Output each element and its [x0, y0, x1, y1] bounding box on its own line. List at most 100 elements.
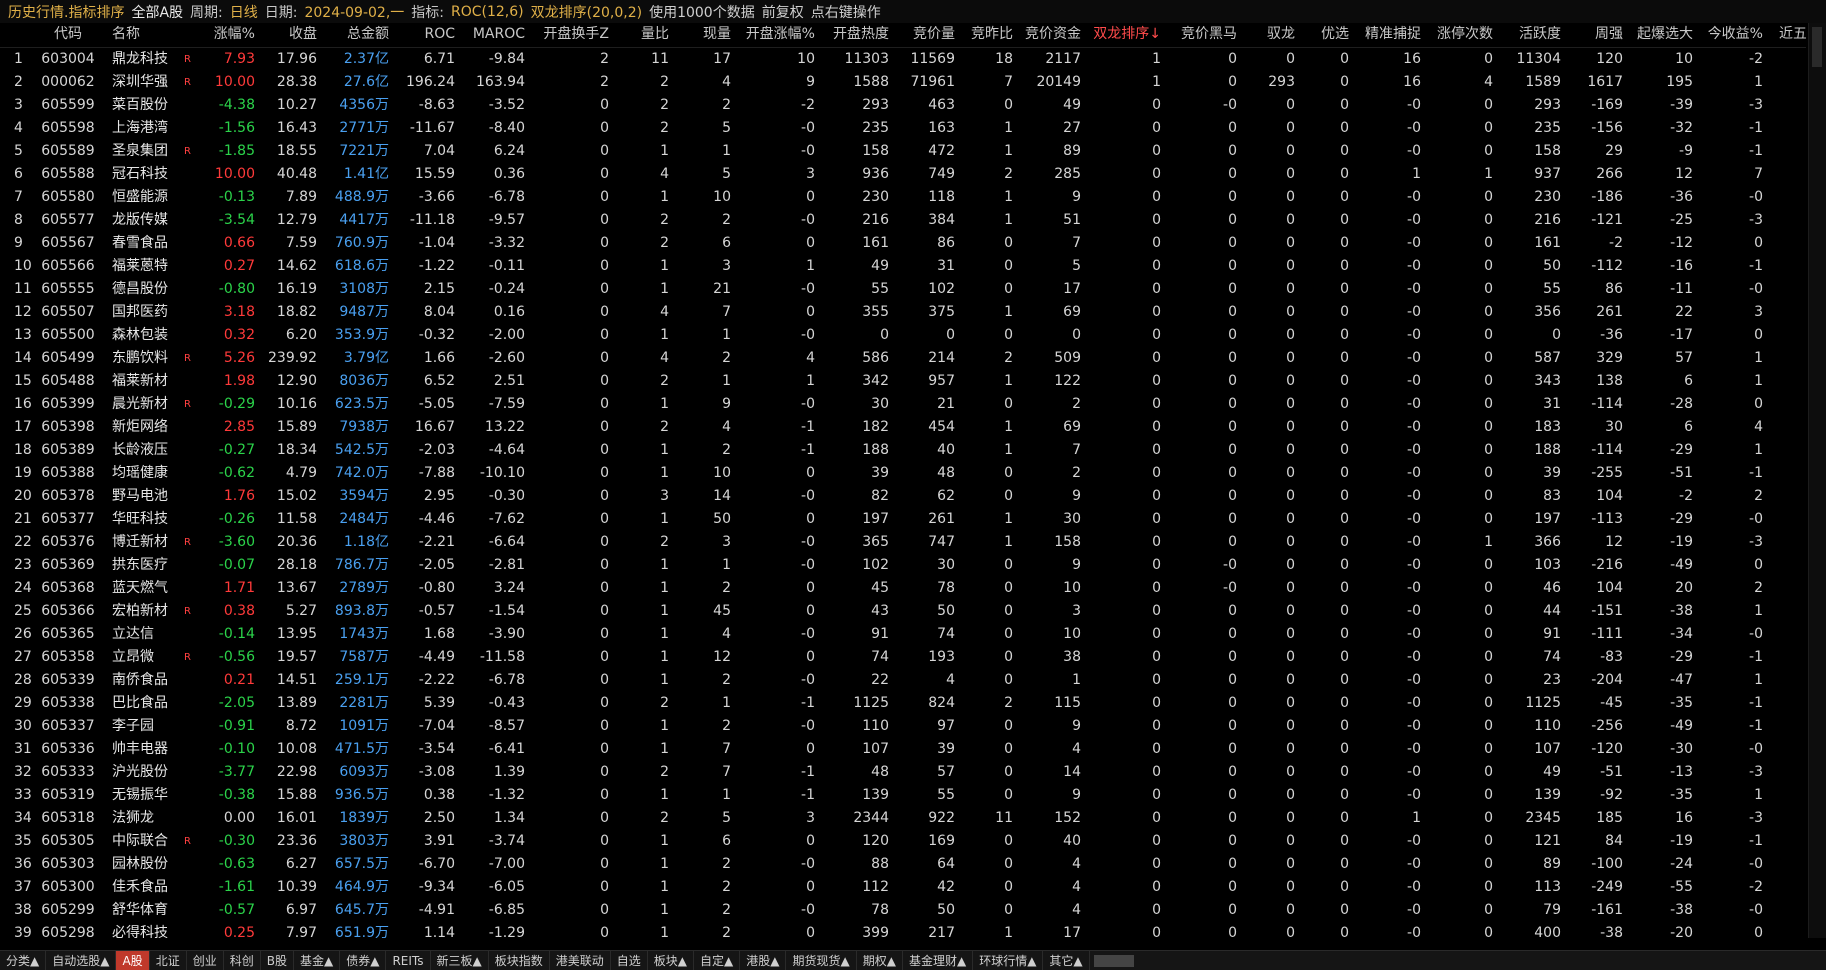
market-tab-3[interactable]: 北证: [150, 951, 187, 970]
sort-value[interactable]: 双龙排序(20,0,2): [531, 2, 642, 22]
column-header-10[interactable]: 量比: [614, 23, 674, 48]
table-row[interactable]: 37 605300 佳禾食品 -1.61 10.39 464.9万 -9.34 -6.05 0 1…: [0, 876, 1806, 899]
date-value[interactable]: 2024-09-02,一: [304, 2, 404, 22]
market-tab-17[interactable]: 期货现货▲: [786, 951, 857, 970]
table-row[interactable]: 38 605299 舒华体育 -0.57 6.97 645.7万 -4.91 -6.85 0 1 2…: [0, 899, 1806, 922]
market-selector[interactable]: 全部A股: [131, 2, 183, 22]
table-row[interactable]: 39 605298 必得科技 0.25 7.97 651.9万 1.14 -1.29 0 1 2 0 3…: [0, 922, 1806, 939]
table-row[interactable]: 36 605303 园林股份 -0.63 6.27 657.5万 -6.70 -7.00 0 1 2…: [0, 853, 1806, 876]
column-header-6[interactable]: 总金额: [322, 23, 394, 48]
column-header-26[interactable]: 今收益%: [1698, 23, 1768, 48]
vertical-scrollbar[interactable]: [1808, 23, 1826, 938]
table-row[interactable]: 20 605378 野马电池 1.76 15.02 3594万 2.95 -0.30 0 3 14-…: [0, 485, 1806, 508]
column-header-8[interactable]: MAROC: [460, 23, 530, 48]
table-row[interactable]: 17 605398 新炬网络 2.85 15.89 7938万 16.67 13.22 0 2 4 -…: [0, 416, 1806, 439]
table-row[interactable]: 12 605507 国邦医药 3.18 18.82 9487万 8.04 0.16 0 4 7 0 35…: [0, 301, 1806, 324]
table-row[interactable]: 26 605365 立达信 -0.14 13.95 1743万 1.68 -3.90 0 1 4 -0…: [0, 623, 1806, 646]
market-tab-13[interactable]: 自选: [611, 951, 648, 970]
market-tab-20[interactable]: 环球行情▲: [973, 951, 1044, 970]
adjust-mode[interactable]: 前复权: [762, 2, 804, 22]
column-header-18[interactable]: 竞价黑马: [1166, 23, 1242, 48]
column-header-22[interactable]: 涨停次数: [1426, 23, 1498, 48]
table-row[interactable]: 24 605368 蓝天燃气 1.71 13.67 2789万 -0.80 3.24 0 1 2 0 4…: [0, 577, 1806, 600]
table-row[interactable]: 2 000062 深圳华强 R 10.00 28.38 27.6亿 196.24 163.94 2…: [0, 71, 1806, 94]
column-header-5[interactable]: 收盘: [260, 23, 322, 48]
column-header-17[interactable]: 双龙排序↓: [1086, 23, 1166, 48]
table-row[interactable]: 8 605577 龙版传媒 -3.54 12.79 4417万 -11.18 -9.57 0 2 2…: [0, 209, 1806, 232]
market-tab-7[interactable]: 基金▲: [294, 951, 341, 970]
column-header-12[interactable]: 开盘涨幅%: [736, 23, 820, 48]
column-header-19[interactable]: 驭龙: [1242, 23, 1300, 48]
table-row[interactable]: 11 605555 德昌股份 -0.80 16.19 3108万 2.15 -0.24 0 1 21…: [0, 278, 1806, 301]
horizontal-scroll-thumb[interactable]: [1093, 954, 1134, 967]
table-row[interactable]: 19 605388 均瑶健康 -0.62 4.79 742.0万 -7.88 -10.10 0 1…: [0, 462, 1806, 485]
market-tab-8[interactable]: 债券▲: [340, 951, 387, 970]
column-header-13[interactable]: 开盘热度: [820, 23, 894, 48]
table-row[interactable]: 27 605358 立昂微 R -0.56 19.57 7587万 -4.49 -11.58 0 1…: [0, 646, 1806, 669]
market-tab-1[interactable]: 自动选股▲: [46, 951, 117, 970]
cell-现量: 6: [722, 832, 731, 849]
column-header-11[interactable]: 现量: [674, 23, 736, 48]
cell-周强: 30: [1605, 418, 1623, 435]
market-tab-4[interactable]: 创业: [187, 951, 224, 970]
period-value[interactable]: 日线: [230, 2, 258, 22]
table-row[interactable]: 13 605500 森林包装 0.32 6.20 353.9万 -0.32 -2.00 0 1 1 -…: [0, 324, 1806, 347]
column-header-2[interactable]: 名称: [104, 23, 184, 48]
table-row[interactable]: 30 605337 李子园 -0.91 8.72 1091万 -7.04 -8.57 0 1 2 -0…: [0, 715, 1806, 738]
table-row[interactable]: 6 605588 冠石科技 10.00 40.48 1.41亿 15.59 0.36 0 4 5 3 9…: [0, 163, 1806, 186]
column-header-15[interactable]: 竞昨比: [960, 23, 1018, 48]
column-header-23[interactable]: 活跃度: [1498, 23, 1566, 48]
table-row[interactable]: 25 605366 宏柏新材 R 0.38 5.27 893.8万 -0.57 -1.54 0 1 4…: [0, 600, 1806, 623]
column-header-1[interactable]: 代码: [32, 23, 104, 48]
market-tab-0[interactable]: 分类▲: [0, 951, 47, 970]
table-row[interactable]: 1 603004 鼎龙科技 R 7.93 17.96 2.37亿 6.71 -9.84 2 11 17…: [0, 47, 1806, 71]
table-row[interactable]: 18 605389 长龄液压 -0.27 18.34 542.5万 -2.03 -4.64 0 1…: [0, 439, 1806, 462]
table-row[interactable]: 16 605399 晨光新材 R -0.29 10.16 623.5万 -5.05 -7.59 0…: [0, 393, 1806, 416]
table-row[interactable]: 32 605333 沪光股份 -3.77 22.98 6093万 -3.08 1.39 0 2 7 -…: [0, 761, 1806, 784]
table-row[interactable]: 4 605598 上海港湾 -1.56 16.43 2771万 -11.67 -8.40 0 2 5…: [0, 117, 1806, 140]
table-row[interactable]: 15 605488 福莱新材 1.98 12.90 8036万 6.52 2.51 0 2 1 1 34…: [0, 370, 1806, 393]
table-row[interactable]: 22 605376 博迁新材 R -3.60 20.36 1.18亿 -2.21 -6.64 0 2…: [0, 531, 1806, 554]
market-tab-19[interactable]: 基金理财▲: [903, 951, 974, 970]
table-row[interactable]: 31 605336 帅丰电器 -0.10 10.08 471.5万 -3.54 -6.41 0 1…: [0, 738, 1806, 761]
market-tab-12[interactable]: 港美联动: [550, 951, 611, 970]
column-header-9[interactable]: 开盘换手Z: [530, 23, 614, 48]
market-tab-10[interactable]: 新三板▲: [431, 951, 489, 970]
table-row[interactable]: 3 605599 菜百股份 -4.38 10.27 4356万 -8.63 -3.52 0 2 2 -…: [0, 94, 1806, 117]
table-row[interactable]: 10 605566 福莱蒽特 0.27 14.62 618.6万 -1.22 -0.11 0 1 3…: [0, 255, 1806, 278]
column-header-20[interactable]: 优选: [1300, 23, 1354, 48]
table-row[interactable]: 35 605305 中际联合 R -0.30 23.36 3803万 3.91 -3.74 0 1 6…: [0, 830, 1806, 853]
market-tab-21[interactable]: 其它▲: [1043, 951, 1090, 970]
market-tab-9[interactable]: REITs: [386, 951, 431, 970]
column-header-7[interactable]: ROC: [394, 23, 460, 48]
market-tab-15[interactable]: 自定▲: [694, 951, 741, 970]
column-header-16[interactable]: 竞价资金: [1018, 23, 1086, 48]
table-row[interactable]: 33 605319 无锡振华 -0.38 15.88 936.5万 0.38 -1.32 0 1 1…: [0, 784, 1806, 807]
market-tab-11[interactable]: 板块指数: [489, 951, 550, 970]
column-header-25[interactable]: 起爆选大: [1628, 23, 1698, 48]
scroll-thumb[interactable]: [1812, 27, 1822, 67]
column-header-21[interactable]: 精准捕捉: [1354, 23, 1426, 48]
table-row[interactable]: 29 605338 巴比食品 -2.05 13.89 2281万 5.39 -0.43 0 2 1 -…: [0, 692, 1806, 715]
column-header-27[interactable]: 近五日: [1768, 23, 1806, 48]
table-row[interactable]: 9 605567 春雪食品 0.66 7.59 760.9万 -1.04 -3.32 0 2 6 0 1…: [0, 232, 1806, 255]
column-header-0[interactable]: [0, 23, 32, 48]
table-row[interactable]: 14 605499 东鹏饮料 R 5.26 239.92 3.79亿 1.66 -2.60 0 4 2…: [0, 347, 1806, 370]
column-header-3[interactable]: [184, 23, 198, 48]
table-row[interactable]: 5 605589 圣泉集团 R -1.85 18.55 7221万 7.04 6.24 0 1 1 -0…: [0, 140, 1806, 163]
column-header-14[interactable]: 竞价量: [894, 23, 960, 48]
indicator-value[interactable]: ROC(12,6): [451, 4, 524, 20]
market-tab-5[interactable]: 科创: [224, 951, 261, 970]
market-tab-14[interactable]: 板块▲: [648, 951, 695, 970]
table-row[interactable]: 28 605339 南侨食品 0.21 14.51 259.1万 -2.22 -6.78 0 1 2…: [0, 669, 1806, 692]
column-header-24[interactable]: 周强: [1566, 23, 1628, 48]
table-row[interactable]: 7 605580 恒盛能源 -0.13 7.89 488.9万 -3.66 -6.78 0 1 10…: [0, 186, 1806, 209]
market-tab-2[interactable]: A股: [116, 951, 150, 970]
table-row[interactable]: 34 605318 法狮龙 0.00 16.01 1839万 2.50 1.34 0 2 5 3 234…: [0, 807, 1806, 830]
market-tab-18[interactable]: 期权▲: [857, 951, 903, 970]
table-row[interactable]: 23 605369 拱东医疗 -0.07 28.18 786.7万 -2.05 -2.81 0 1…: [0, 554, 1806, 577]
market-tab-16[interactable]: 港股▲: [740, 951, 787, 970]
column-header-4[interactable]: 涨幅%: [198, 23, 260, 48]
market-tab-6[interactable]: B股: [261, 951, 294, 970]
table-row[interactable]: 21 605377 华旺科技 -0.26 11.58 2484万 -4.46 -7.62 0 1 5…: [0, 508, 1806, 531]
